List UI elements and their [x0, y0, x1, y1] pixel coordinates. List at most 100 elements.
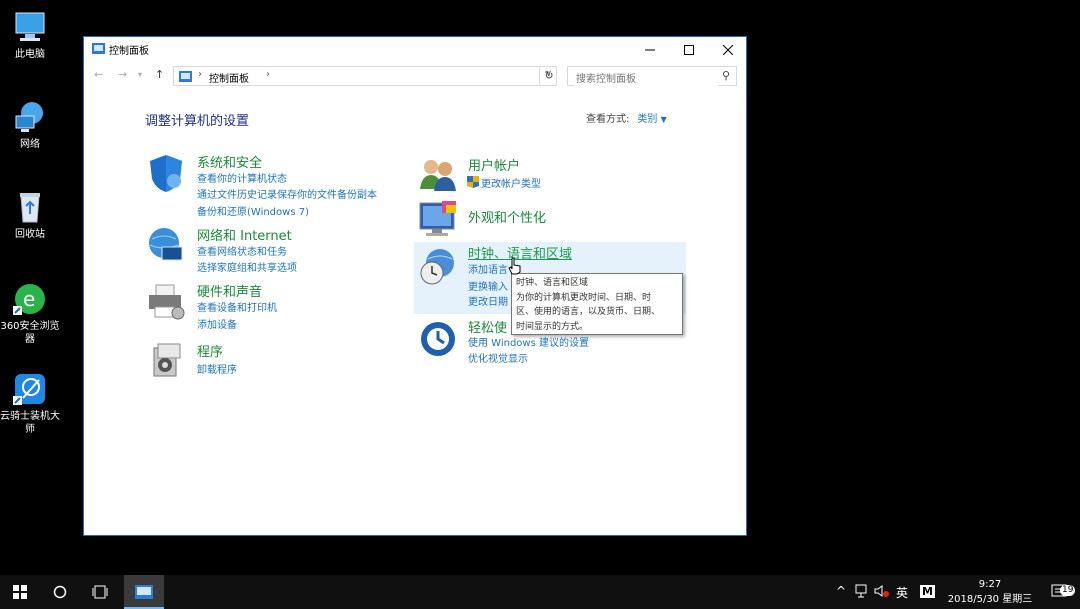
search-icon[interactable]: ⚲	[722, 69, 730, 82]
control-panel-icon	[92, 43, 105, 54]
breadcrumb[interactable]: 控制面板	[209, 70, 249, 85]
maximize-button[interactable]	[669, 37, 709, 61]
network-link-2[interactable]: 选择家庭组和共享选项	[197, 259, 297, 274]
desktop-icon-label: 云骑士装机大师	[0, 411, 60, 435]
ime-indicator[interactable]: 英	[896, 584, 908, 601]
title-bar[interactable]: 控制面板	[84, 37, 746, 61]
search-button[interactable]	[40, 575, 80, 609]
clock-date: 2018/5/30 星期三	[947, 594, 1033, 605]
system-security-title[interactable]: 系统和安全	[197, 152, 262, 171]
knight-app-icon	[13, 372, 47, 406]
search-input[interactable]	[574, 70, 718, 89]
programs-icon	[153, 343, 181, 377]
refresh-button[interactable]: ↻	[539, 66, 558, 86]
hardware-link-1[interactable]: 查看设备和打印机	[197, 299, 277, 314]
task-view-icon	[92, 585, 108, 599]
address-row: ← → ▾ ↑ › 控制面板 › ∨ ↻ ⚲	[84, 66, 746, 89]
programs-link-1[interactable]: 卸载程序	[197, 361, 237, 376]
notification-count: 19	[1060, 585, 1076, 596]
desktop-icon-label: 此电脑	[15, 49, 45, 60]
user-accounts-title[interactable]: 用户帐户	[468, 155, 520, 174]
shield-icon	[150, 155, 182, 192]
taskbar-clock[interactable]: 9:27 2018/5/30 星期三	[940, 577, 1040, 607]
clock-globe-icon	[420, 249, 454, 285]
browser-icon: e	[13, 282, 47, 316]
desktop-icon-360-browser[interactable]: e 360安全浏览器	[0, 282, 60, 346]
action-center-button[interactable]: 19	[1040, 575, 1080, 609]
view-by-dropdown[interactable]: 类别 ▼	[637, 114, 666, 125]
clock-link-2[interactable]: 更换输入	[468, 278, 508, 293]
desktop-icon-yunqishi[interactable]: 云骑士装机大师	[0, 372, 60, 436]
hardware-sound-title[interactable]: 硬件和声音	[197, 281, 262, 300]
minimize-icon	[645, 49, 655, 50]
hardware-link-2[interactable]: 添加设备	[197, 316, 237, 331]
control-panel-small-icon	[179, 71, 192, 82]
refresh-icon: ↻	[544, 69, 554, 82]
forward-arrow-icon[interactable]: →	[118, 68, 127, 81]
appearance-title[interactable]: 外观和个性化	[468, 207, 546, 226]
close-button[interactable]	[708, 37, 748, 61]
desktop-icon-network[interactable]: 网络	[0, 100, 60, 151]
taskbar: ^ 英 M 9:27 2018/5/30 星期三 19	[0, 575, 1080, 609]
volume-muted-icon[interactable]	[874, 584, 890, 601]
chevron-up-icon[interactable]: ^	[836, 584, 846, 598]
clock-link-3[interactable]: 更改日期	[468, 293, 508, 308]
ease-link-2[interactable]: 优化视觉显示	[468, 350, 528, 365]
network-tray-icon[interactable]	[855, 584, 869, 601]
desktop-icon-label: 网络	[20, 139, 40, 150]
cortana-circle-icon	[53, 585, 67, 599]
breadcrumb-separator-icon[interactable]: ›	[266, 69, 270, 80]
windows-logo-icon	[13, 585, 27, 599]
tooltip: 时钟、语言和区域 为你的计算机更改时间、日期、时 区、使用的语言，以及货币、日期…	[511, 273, 683, 335]
view-by: 查看方式: 类别 ▼	[586, 110, 667, 125]
globe-network-icon	[149, 228, 183, 261]
task-view-button[interactable]	[80, 575, 120, 609]
users-link-1[interactable]: 更改帐户类型	[481, 175, 541, 190]
network-internet-title[interactable]: 网络和 Internet	[197, 225, 292, 244]
maximize-icon	[684, 44, 694, 55]
breadcrumb-separator-icon: ›	[198, 69, 202, 80]
tooltip-line: 时间显示的方式。	[516, 321, 589, 332]
programs-title[interactable]: 程序	[197, 341, 223, 360]
uac-shield-icon	[467, 176, 479, 188]
ease-link-1[interactable]: 使用 Windows 建议的设置	[468, 334, 589, 349]
window-title: 控制面板	[109, 46, 149, 57]
page-title: 调整计算机的设置	[145, 114, 250, 129]
taskbar-control-panel[interactable]	[124, 575, 164, 609]
back-arrow-icon[interactable]: ←	[94, 68, 103, 81]
address-bar[interactable]: › 控制面板 › ∨	[173, 66, 557, 86]
view-by-label: 查看方式:	[586, 114, 630, 125]
recycle-bin-icon	[13, 190, 47, 224]
svg-text:e: e	[23, 287, 35, 311]
start-button[interactable]	[0, 575, 40, 609]
recent-dropdown-icon[interactable]: ▾	[138, 70, 142, 79]
up-arrow-icon[interactable]: ↑	[155, 68, 164, 81]
close-icon	[722, 44, 734, 55]
clock-link-1[interactable]: 添加语言	[468, 261, 508, 276]
ease-of-access-icon	[421, 322, 455, 356]
desktop-icon-recycle-bin[interactable]: 回收站	[0, 190, 60, 241]
desktop-icon-label: 回收站	[15, 229, 45, 240]
system-link-3[interactable]: 备份和还原(Windows 7)	[197, 203, 309, 218]
control-panel-icon	[135, 585, 153, 599]
appearance-icon	[419, 201, 456, 236]
search-box[interactable]: ⚲	[567, 66, 737, 89]
clock-time: 9:27	[978, 579, 1002, 590]
minimize-button[interactable]	[630, 37, 670, 61]
network-link-1[interactable]: 查看网络状态和任务	[197, 243, 287, 258]
network-icon	[13, 100, 47, 134]
system-link-2[interactable]: 通过文件历史记录保存你的文件备份副本	[197, 186, 377, 201]
users-icon	[420, 160, 456, 191]
system-link-1[interactable]: 查看你的计算机状态	[197, 170, 287, 185]
ime-mode-icon[interactable]: M	[920, 585, 935, 598]
hand-cursor-icon	[508, 257, 521, 275]
desktop-icon-label: 360安全浏览器	[0, 321, 60, 345]
tooltip-line: 为你的计算机更改时间、日期、时	[516, 292, 652, 303]
computer-icon	[13, 10, 47, 44]
control-panel-window: 控制面板 ← → ▾ ↑ › 控制面板 › ∨ ↻ ⚲ 调整计算机的设置 查看方…	[83, 36, 747, 536]
tooltip-line: 时钟、语言和区域	[516, 278, 589, 288]
dropdown-arrow-icon: ▼	[660, 115, 667, 124]
printer-icon	[149, 284, 185, 320]
desktop-icon-this-pc[interactable]: 此电脑	[0, 10, 60, 61]
tooltip-line: 区、使用的语言，以及货币、日期、	[516, 307, 661, 317]
